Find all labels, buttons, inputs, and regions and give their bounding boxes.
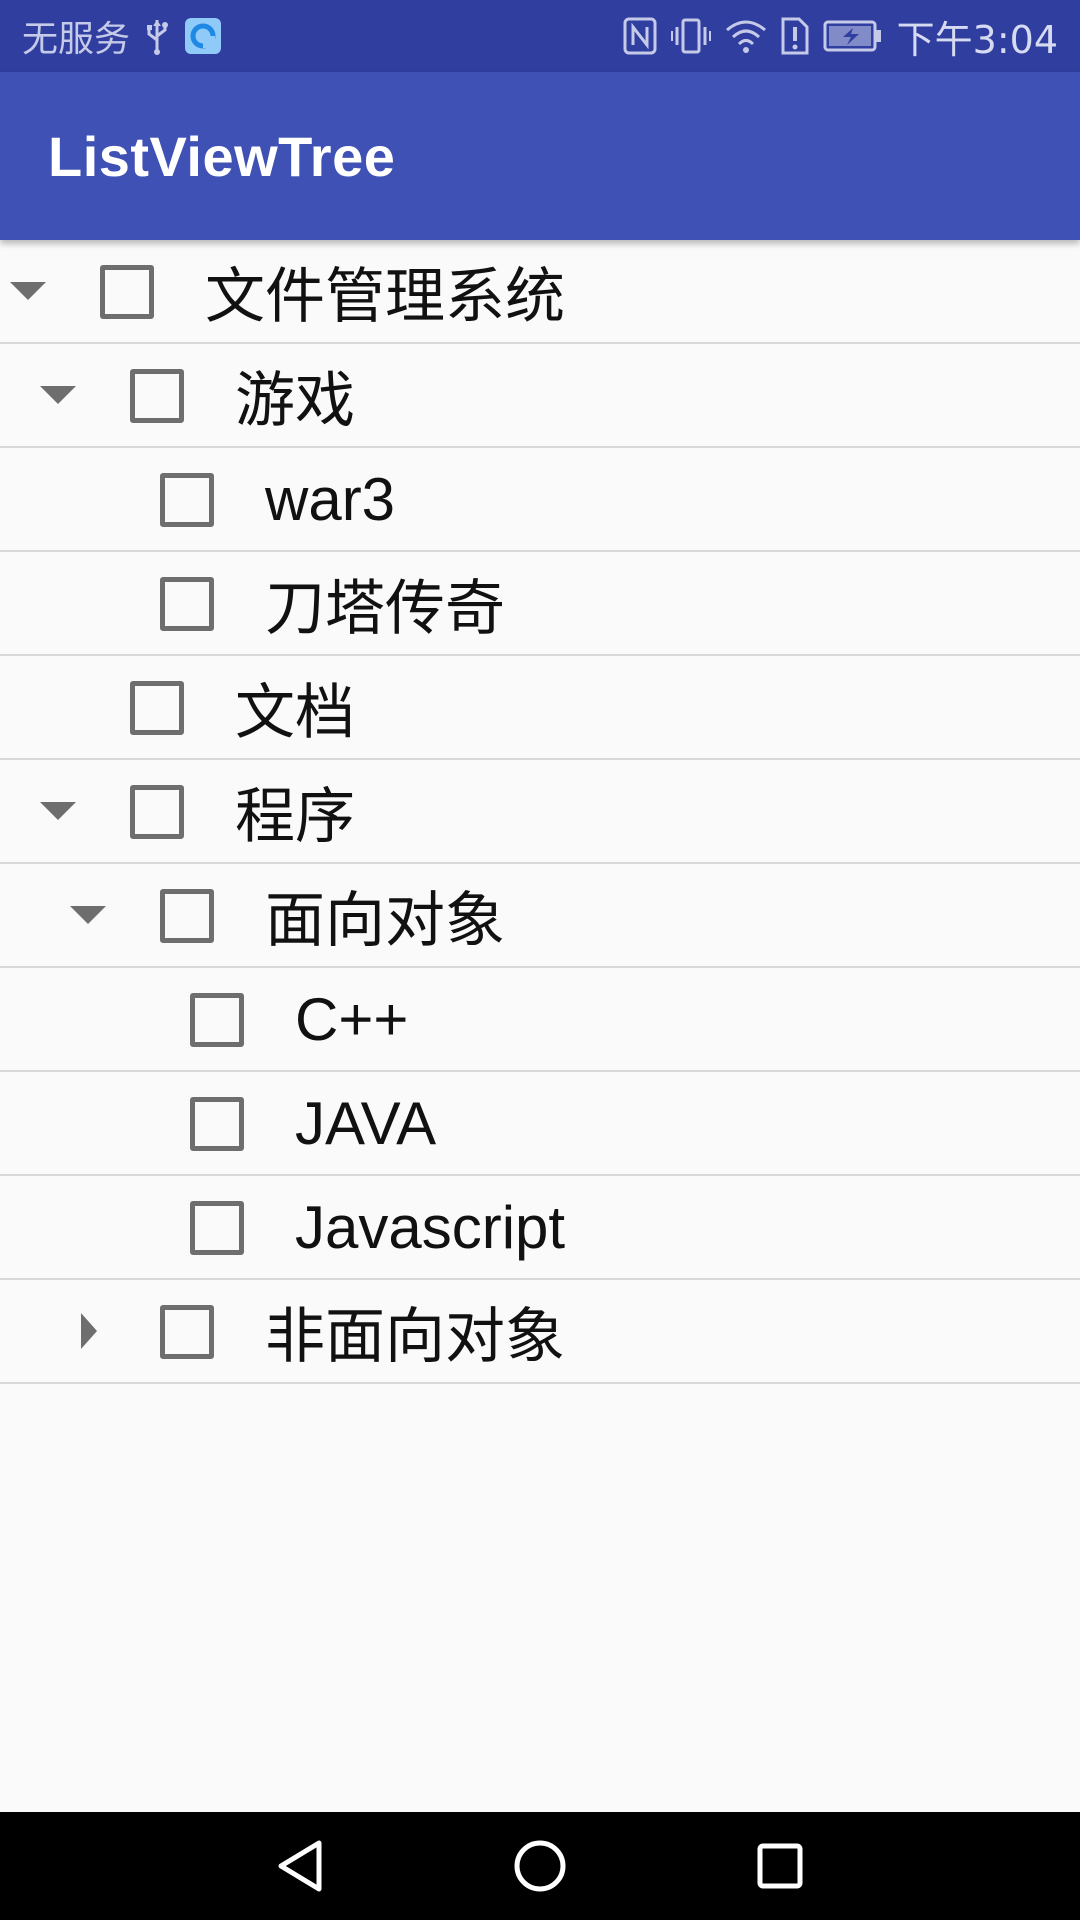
expanded-arrow-icon[interactable] (36, 344, 80, 446)
tree-item-checkbox[interactable] (100, 265, 154, 319)
tree-item-checkbox[interactable] (130, 785, 184, 839)
expanded-arrow-icon[interactable] (66, 864, 110, 966)
tree-item-checkbox[interactable] (160, 577, 214, 631)
tree-row[interactable]: Javascript (0, 1176, 1080, 1280)
tree-item-checkbox[interactable] (190, 1097, 244, 1151)
collapsed-arrow-icon[interactable] (66, 1280, 110, 1382)
tree-item-label: 文档 (235, 678, 355, 746)
tree-item-checkbox[interactable] (130, 681, 184, 735)
tree-item-label: C++ (295, 985, 409, 1053)
tree-item-label: 游戏 (235, 366, 355, 434)
status-bar: 无服务 下午3:04 (0, 0, 1080, 72)
tree-item-checkbox[interactable] (160, 889, 214, 943)
tree-row[interactable]: C++ (0, 968, 1080, 1072)
screen: 无服务 下午3:04 ListViewTree 文件管理系统 游戏 war3 刀… (0, 0, 1080, 1920)
tree-item-checkbox[interactable] (160, 473, 214, 527)
status-time: 下午3:04 (896, 17, 1058, 62)
tree-item-label: 刀塔传奇 (265, 574, 505, 642)
app-title: ListViewTree (48, 124, 396, 188)
battery-charging-icon (823, 19, 883, 53)
tree-item-label: war3 (265, 465, 396, 533)
app-bar: ListViewTree (0, 72, 1080, 240)
wifi-icon (725, 18, 767, 54)
tree-item-checkbox[interactable] (130, 369, 184, 423)
tree-row[interactable]: 游戏 (0, 344, 1080, 448)
status-bar-left: 无服务 (22, 10, 222, 62)
tree-row[interactable]: 面向对象 (0, 864, 1080, 968)
tree-item-label: 非面向对象 (265, 1302, 565, 1370)
tree-item-checkbox[interactable] (190, 1201, 244, 1255)
tree-item-label: JAVA (295, 1089, 437, 1157)
tree-item-label: Javascript (295, 1193, 566, 1261)
tree-row[interactable]: 文档 (0, 656, 1080, 760)
expanded-arrow-icon[interactable] (6, 240, 50, 342)
tree-row[interactable]: JAVA (0, 1072, 1080, 1176)
tree-item-label: 文件管理系统 (205, 262, 565, 330)
tree-row[interactable]: 文件管理系统 (0, 240, 1080, 344)
back-icon[interactable] (240, 1812, 360, 1920)
nfc-icon (623, 17, 657, 55)
vibrate-icon (670, 17, 711, 55)
carrier-text: 无服务 (22, 19, 131, 60)
sim-alert-icon (781, 17, 809, 55)
tree-row[interactable]: 程序 (0, 760, 1080, 864)
usb-icon (144, 16, 170, 56)
tree-item-checkbox[interactable] (190, 993, 244, 1047)
home-icon[interactable] (480, 1812, 600, 1920)
recents-icon[interactable] (720, 1812, 840, 1920)
tree-item-label: 程序 (235, 782, 355, 850)
status-bar-right: 下午3:04 (623, 9, 1058, 64)
tree-row[interactable]: war3 (0, 448, 1080, 552)
expanded-arrow-icon[interactable] (36, 760, 80, 862)
tree-item-label: 面向对象 (265, 886, 505, 954)
navigation-bar (0, 1812, 1080, 1920)
app-notification-icon (184, 17, 222, 55)
tree-row[interactable]: 非面向对象 (0, 1280, 1080, 1384)
tree-list: 文件管理系统游戏 war3 刀塔传奇文档程序面向对象 C++ JAVA Javascrip… (0, 240, 1080, 1384)
tree-item-checkbox[interactable] (160, 1305, 214, 1359)
tree-row[interactable]: 刀塔传奇 (0, 552, 1080, 656)
